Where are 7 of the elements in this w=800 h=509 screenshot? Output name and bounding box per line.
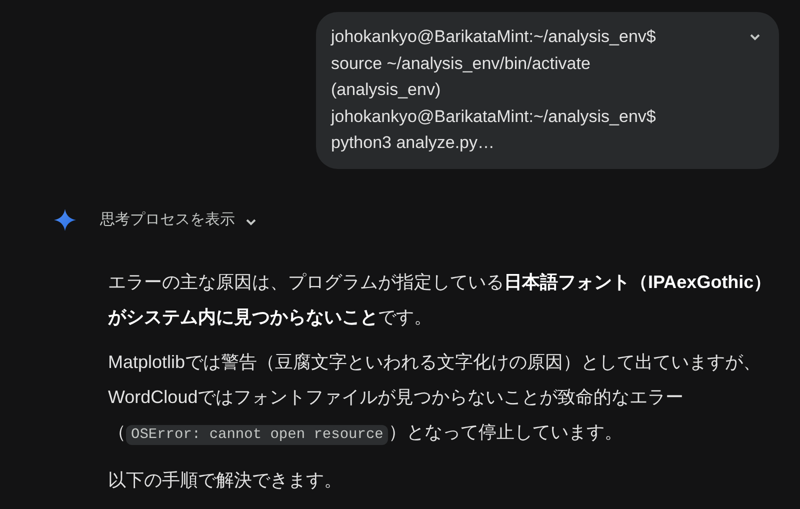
sparkle-icon <box>54 208 76 231</box>
paragraph: 以下の手順で解決できます。 <box>108 469 343 492</box>
inline-code: OSError: cannot open resource <box>126 425 388 445</box>
paragraph: Matplotlibでは警告（豆腐文字といわれる文字化けの原因）として出ていますが、WordCloudではフォントファイルが見つからないことが致命的なエラー（ OSError: cannot open resource ）となって停止しています。 <box>108 351 762 447</box>
user-message: johokankyo@BarikataMint:~/analysis_env$ source ~/analysis_env/bin/activate (analysis_env) johokankyo@BarikataMint:~/analysis_env$ python3 analyze.py… <box>331 26 657 154</box>
show-thinking-button[interactable]: 思考プロセスを表示 <box>100 208 259 231</box>
paragraph: エラーの主な原因は、プログラムが指定している日本語フォント（IPAexGothic）がシステム内に見つからないことです。 <box>108 271 773 329</box>
